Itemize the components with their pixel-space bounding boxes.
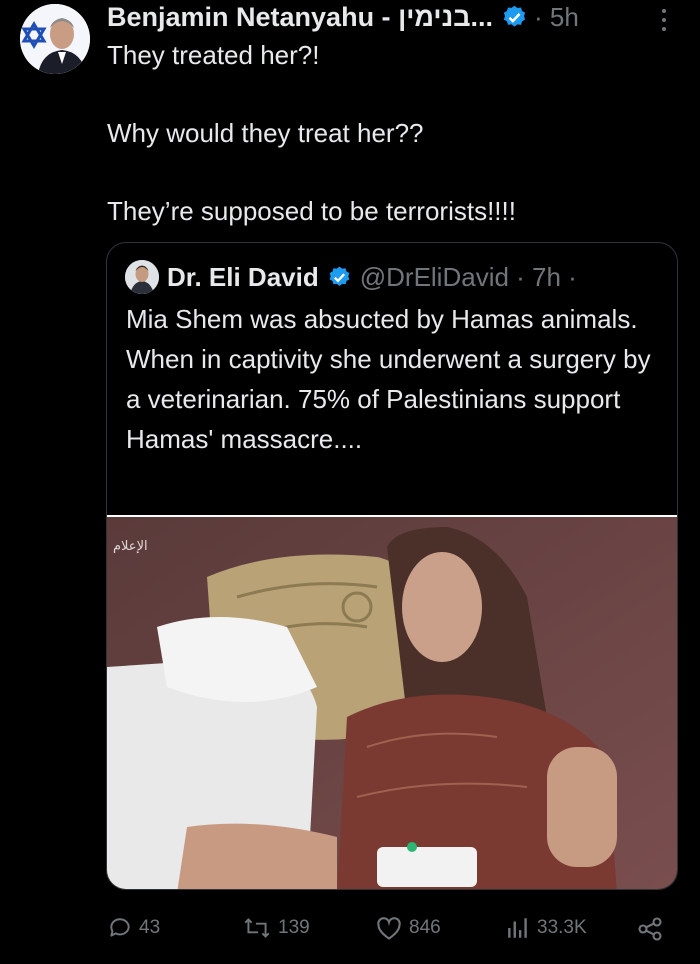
views-button[interactable]: 33.3K — [505, 915, 587, 941]
tweet-line: They treated her?! — [107, 40, 320, 70]
tweet-text: They treated her?! Why would they treat … — [107, 36, 667, 231]
tweet-time[interactable]: · 5h — [534, 2, 579, 33]
retweet-count: 139 — [278, 917, 310, 938]
like-icon — [377, 917, 401, 940]
author-avatar[interactable] — [20, 4, 90, 74]
views-count: 33.3K — [537, 917, 587, 938]
quote-header: Dr. Eli David @DrEliDavid · 7h · — [125, 259, 577, 295]
retweet-icon — [244, 918, 270, 938]
reply-icon — [110, 918, 130, 937]
retweet-button[interactable]: 139 — [242, 915, 310, 941]
reply-button[interactable]: 43 — [107, 915, 160, 941]
tweet-line: Why would they treat her?? — [107, 118, 424, 148]
views-icon — [508, 918, 527, 938]
author-name[interactable]: Benjamin Netanyahu - בנימין... — [107, 2, 493, 33]
quote-photo[interactable]: الإعلام — [107, 515, 677, 889]
like-count: 846 — [409, 917, 441, 938]
share-icon — [638, 917, 662, 941]
image-watermark: الإعلام — [113, 539, 148, 554]
more-icon[interactable] — [654, 6, 674, 34]
action-bar: 43 139 846 33.3K — [0, 905, 700, 955]
verified-badge-icon — [503, 5, 526, 27]
verified-badge-icon — [329, 266, 350, 286]
quote-handle: @DrEliDavid · 7h · — [359, 261, 577, 292]
share-button[interactable] — [636, 915, 670, 943]
tweet-header: Benjamin Netanyahu - בנימין... · 5h — [107, 0, 579, 34]
quote-author-avatar — [125, 260, 159, 294]
tweet-line: They’re supposed to be terrorists!!!! — [107, 196, 516, 226]
like-button[interactable]: 846 — [375, 915, 441, 941]
quoted-tweet[interactable]: Dr. Eli David @DrEliDavid · 7h · Mia She… — [106, 242, 678, 890]
quote-author-name: Dr. Eli David — [167, 261, 319, 292]
reply-count: 43 — [139, 917, 161, 938]
quote-text: Mia Shem was absucted by Hamas animals. … — [126, 304, 651, 454]
